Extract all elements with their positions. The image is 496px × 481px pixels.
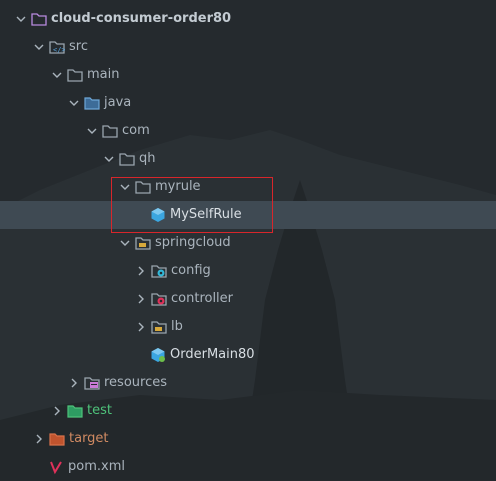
source-root-folder-icon: </> bbox=[49, 39, 65, 55]
tree-label-lb: lb bbox=[171, 319, 183, 334]
tree-node-test[interactable]: test bbox=[0, 397, 496, 425]
tree-node-ordermain80[interactable]: OrderMain80 bbox=[0, 341, 496, 369]
tree-label-myrule: myrule bbox=[155, 179, 201, 194]
chevron-right-icon[interactable] bbox=[135, 321, 147, 333]
spring-controller-package-icon bbox=[151, 291, 167, 307]
tree-label-myselfrule: MySelfRule bbox=[170, 207, 242, 222]
chevron-down-icon[interactable] bbox=[86, 125, 98, 137]
tree-label-ordermain80: OrderMain80 bbox=[170, 347, 255, 362]
tree-node-resources[interactable]: resources bbox=[0, 369, 496, 397]
tree-node-config[interactable]: config bbox=[0, 257, 496, 285]
tree-label-springcloud: springcloud bbox=[155, 235, 231, 250]
package-icon bbox=[135, 235, 151, 251]
chevron-right-icon[interactable] bbox=[51, 405, 63, 417]
excluded-folder-icon bbox=[49, 431, 65, 447]
tree-label-test: test bbox=[87, 403, 112, 418]
tree-label-src: src bbox=[69, 39, 88, 54]
chevron-down-icon[interactable] bbox=[51, 69, 63, 81]
tree-node-com[interactable]: com bbox=[0, 117, 496, 145]
test-root-folder-icon bbox=[67, 403, 83, 419]
package-icon bbox=[135, 179, 151, 195]
tree-label-pom: pom.xml bbox=[68, 459, 125, 474]
chevron-down-icon[interactable] bbox=[68, 97, 80, 109]
package-icon bbox=[102, 123, 118, 139]
chevron-down-icon[interactable] bbox=[15, 13, 27, 25]
chevron-right-icon[interactable] bbox=[33, 433, 45, 445]
tree-label-target: target bbox=[69, 431, 109, 446]
tree-node-java[interactable]: java bbox=[0, 89, 496, 117]
tree-node-qh[interactable]: qh bbox=[0, 145, 496, 173]
tree-node-springcloud[interactable]: springcloud bbox=[0, 229, 496, 257]
tree-label-main: main bbox=[87, 67, 120, 82]
tree-node-myselfrule[interactable]: MySelfRule bbox=[0, 201, 496, 229]
chevron-right-icon[interactable] bbox=[135, 293, 147, 305]
tree-label-config: config bbox=[171, 263, 211, 278]
tree-node-main[interactable]: main bbox=[0, 61, 496, 89]
spring-boot-class-icon bbox=[150, 347, 166, 363]
chevron-down-icon[interactable] bbox=[119, 181, 131, 193]
tree-node-target[interactable]: target bbox=[0, 425, 496, 453]
tree-label-qh: qh bbox=[139, 151, 156, 166]
project-tree: cloud-consumer-order80 </> src main java bbox=[0, 0, 496, 480]
tree-node-lb[interactable]: lb bbox=[0, 313, 496, 341]
folder-icon bbox=[67, 67, 83, 83]
tree-label-root: cloud-consumer-order80 bbox=[51, 11, 232, 26]
tree-label-java: java bbox=[104, 95, 132, 110]
tree-node-controller[interactable]: controller bbox=[0, 285, 496, 313]
chevron-right-icon[interactable] bbox=[135, 265, 147, 277]
tree-label-resources: resources bbox=[104, 375, 168, 390]
resources-folder-icon bbox=[84, 375, 100, 391]
tree-node-pom[interactable]: pom.xml bbox=[0, 453, 496, 481]
module-folder-icon bbox=[31, 11, 47, 27]
spring-config-package-icon bbox=[151, 263, 167, 279]
tree-label-com: com bbox=[122, 123, 150, 138]
chevron-down-icon[interactable] bbox=[103, 153, 115, 165]
package-icon bbox=[151, 319, 167, 335]
tree-label-controller: controller bbox=[171, 291, 234, 306]
svg-text:</>: </> bbox=[53, 46, 65, 54]
chevron-down-icon[interactable] bbox=[119, 237, 131, 249]
source-root-folder-icon bbox=[84, 95, 100, 111]
tree-node-src[interactable]: </> src bbox=[0, 33, 496, 61]
tree-node-myrule[interactable]: myrule bbox=[0, 173, 496, 201]
chevron-down-icon[interactable] bbox=[33, 41, 45, 53]
chevron-right-icon[interactable] bbox=[68, 377, 80, 389]
package-icon bbox=[119, 151, 135, 167]
class-icon bbox=[150, 207, 166, 223]
tree-node-root[interactable]: cloud-consumer-order80 bbox=[0, 5, 496, 33]
maven-icon bbox=[48, 459, 64, 475]
